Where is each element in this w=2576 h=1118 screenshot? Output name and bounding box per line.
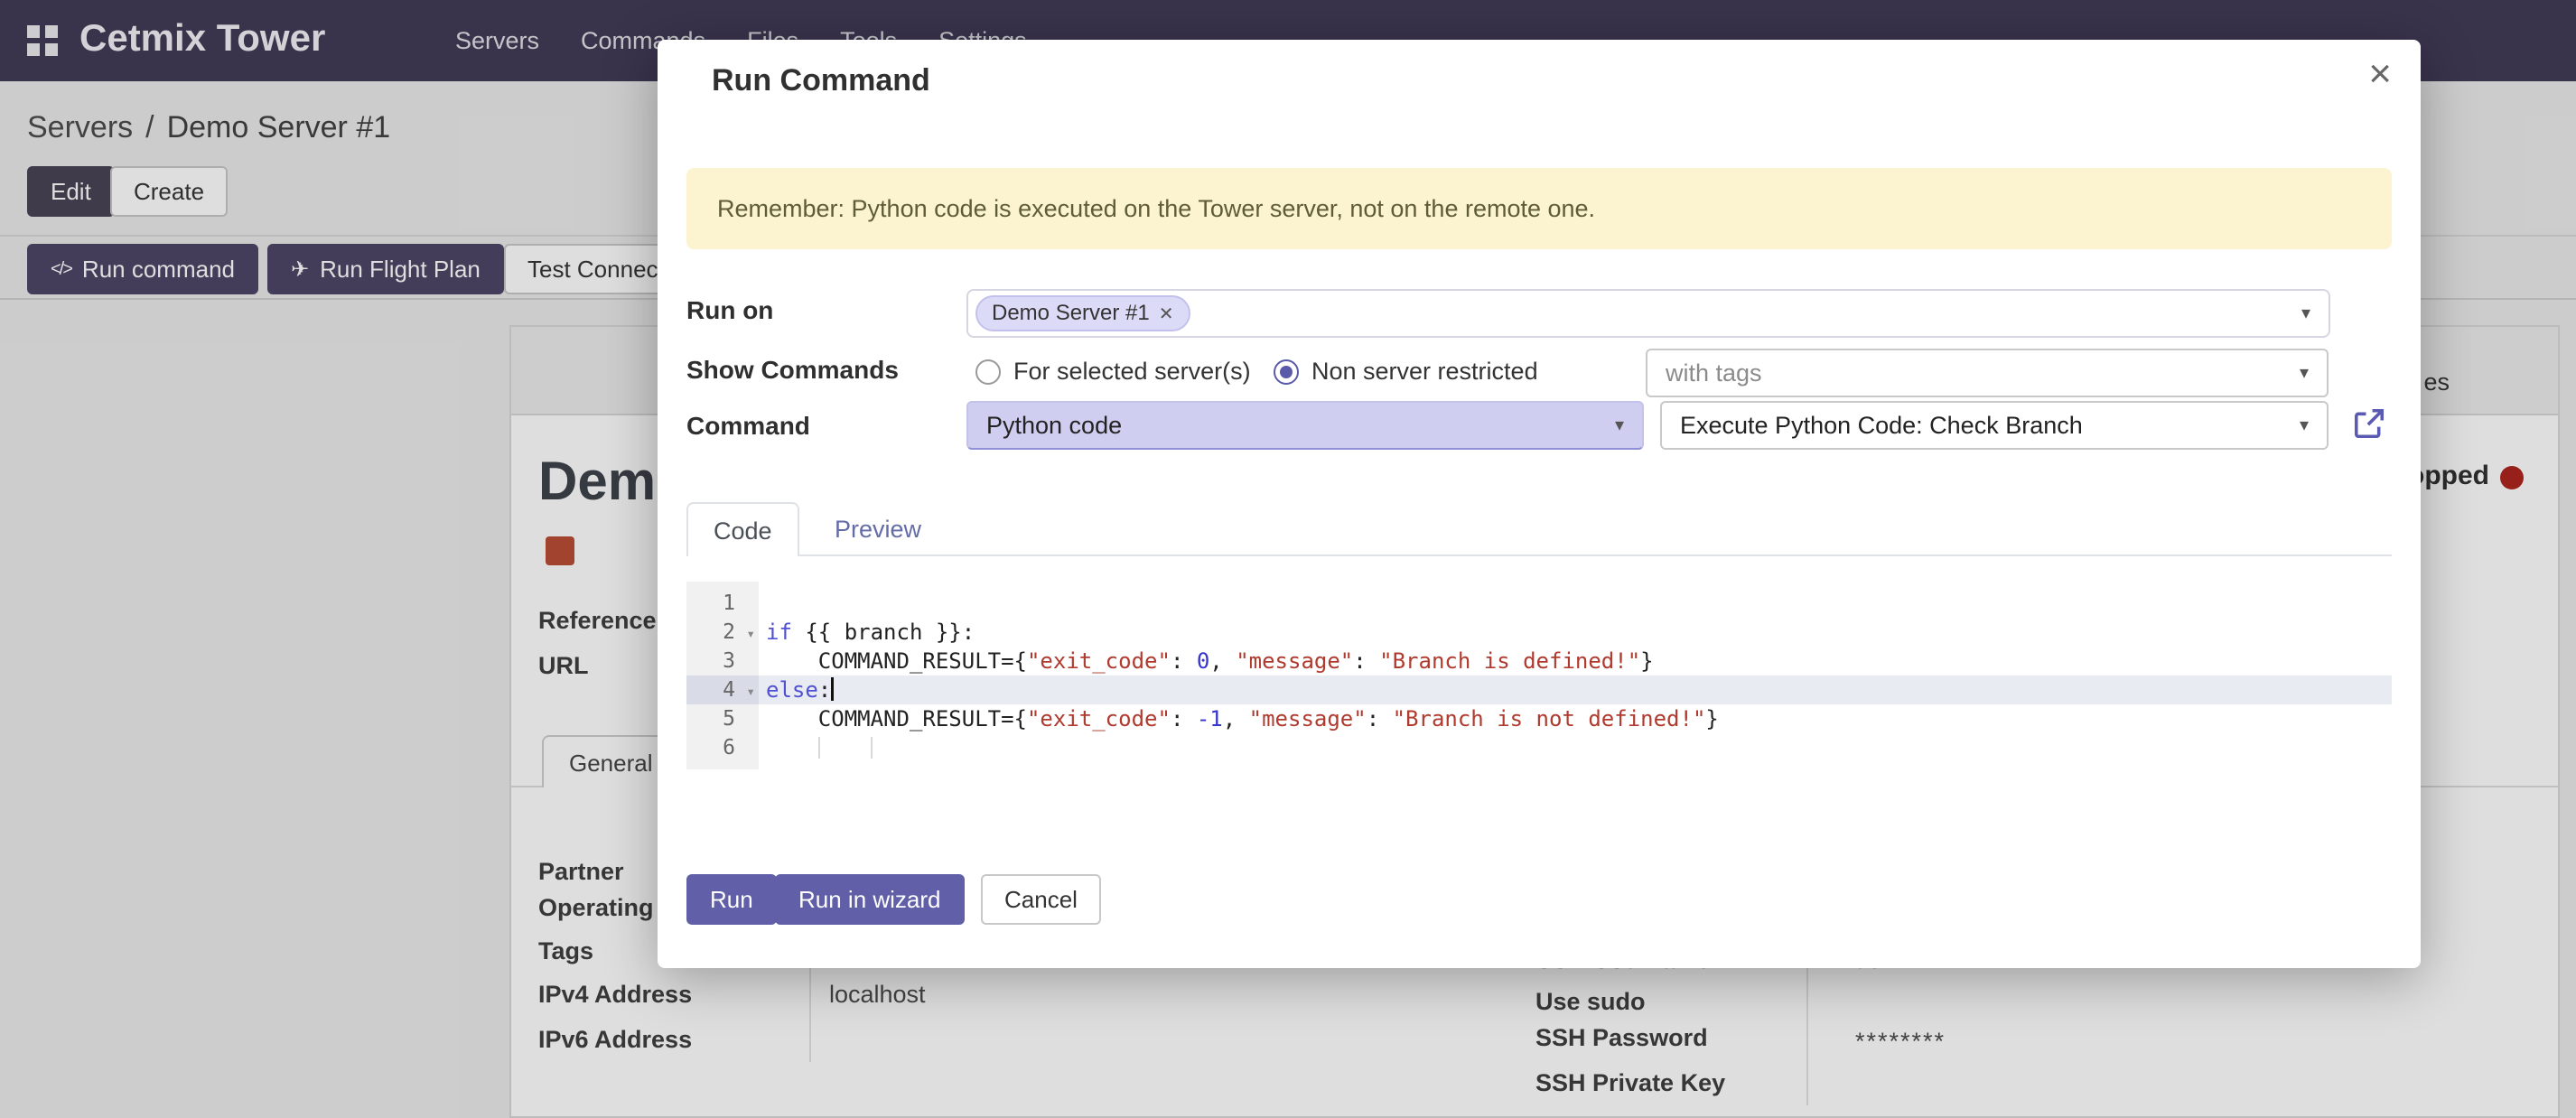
radio-label-non-server-restricted[interactable]: Non server restricted [1311, 358, 1538, 386]
dropdown-caret-icon: ▾ [2300, 364, 2309, 382]
dropdown-caret-icon: ▾ [1615, 416, 1624, 434]
line-number: 4▾ [686, 675, 759, 704]
server-chip: Demo Server #1 ✕ [975, 295, 1190, 331]
editor-gutter: 12▾34▾56 [686, 582, 759, 769]
indent-guide [871, 737, 873, 759]
fold-caret-icon[interactable]: ▾ [746, 620, 755, 648]
run-button[interactable]: Run [686, 874, 777, 925]
tab-code[interactable]: Code [686, 502, 799, 556]
command-select-value: Execute Python Code: Check Branch [1680, 412, 2083, 440]
code-editor[interactable]: 12▾34▾56 if {{ branch }}: COMMAND_RESULT… [686, 582, 2392, 769]
dropdown-caret-icon: ▾ [2301, 304, 2310, 322]
code-line[interactable] [759, 733, 2392, 762]
indent-guide [818, 737, 820, 759]
radio-for-selected-servers[interactable] [975, 359, 1001, 385]
line-number: 5 [686, 704, 759, 733]
chip-remove-icon[interactable]: ✕ [1159, 303, 1174, 325]
text-cursor [831, 677, 834, 701]
code-line[interactable]: else: [759, 675, 2392, 704]
tags-filter-select[interactable]: with tags ▾ [1646, 349, 2329, 397]
line-number: 2▾ [686, 618, 759, 647]
run-in-wizard-button[interactable]: Run in wizard [775, 874, 965, 925]
line-number: 6 [686, 733, 759, 762]
app: Cetmix Tower Servers Commands Files Tool… [0, 0, 2576, 1118]
code-line[interactable]: COMMAND_RESULT={"exit_code": 0, "message… [759, 647, 2392, 675]
code-line[interactable] [759, 589, 2392, 618]
command-select[interactable]: Execute Python Code: Check Branch ▾ [1660, 401, 2329, 450]
run-on-field[interactable]: Demo Server #1 ✕ ▾ [966, 289, 2330, 338]
external-link-icon[interactable] [2352, 406, 2386, 441]
line-number: 3 [686, 647, 759, 675]
tab-preview[interactable]: Preview [809, 502, 947, 556]
line-number: 1 [686, 589, 759, 618]
command-label: Command [686, 412, 810, 441]
close-icon[interactable]: × [2368, 54, 2392, 94]
dropdown-caret-icon: ▾ [2300, 416, 2309, 434]
tags-filter-placeholder: with tags [1666, 359, 1762, 387]
modal-title: Run Command [712, 63, 930, 98]
run-on-label: Run on [686, 296, 773, 325]
show-commands-label: Show Commands [686, 356, 899, 385]
cancel-button[interactable]: Cancel [981, 874, 1101, 925]
radio-non-server-restricted[interactable] [1274, 359, 1299, 385]
command-type-select[interactable]: Python code ▾ [966, 401, 1644, 450]
warning-banner: Remember: Python code is executed on the… [686, 168, 2392, 249]
fold-caret-icon[interactable]: ▾ [746, 677, 755, 706]
code-line[interactable]: if {{ branch }}: [759, 618, 2392, 647]
code-line[interactable]: COMMAND_RESULT={"exit_code": -1, "messag… [759, 704, 2392, 733]
run-command-modal: Run Command × Remember: Python code is e… [658, 40, 2421, 968]
command-type-value: Python code [986, 412, 1122, 440]
editor-code[interactable]: if {{ branch }}: COMMAND_RESULT={"exit_c… [759, 582, 2392, 769]
radio-label-for-selected-servers[interactable]: For selected server(s) [1013, 358, 1251, 386]
server-chip-label: Demo Server #1 [992, 301, 1150, 326]
